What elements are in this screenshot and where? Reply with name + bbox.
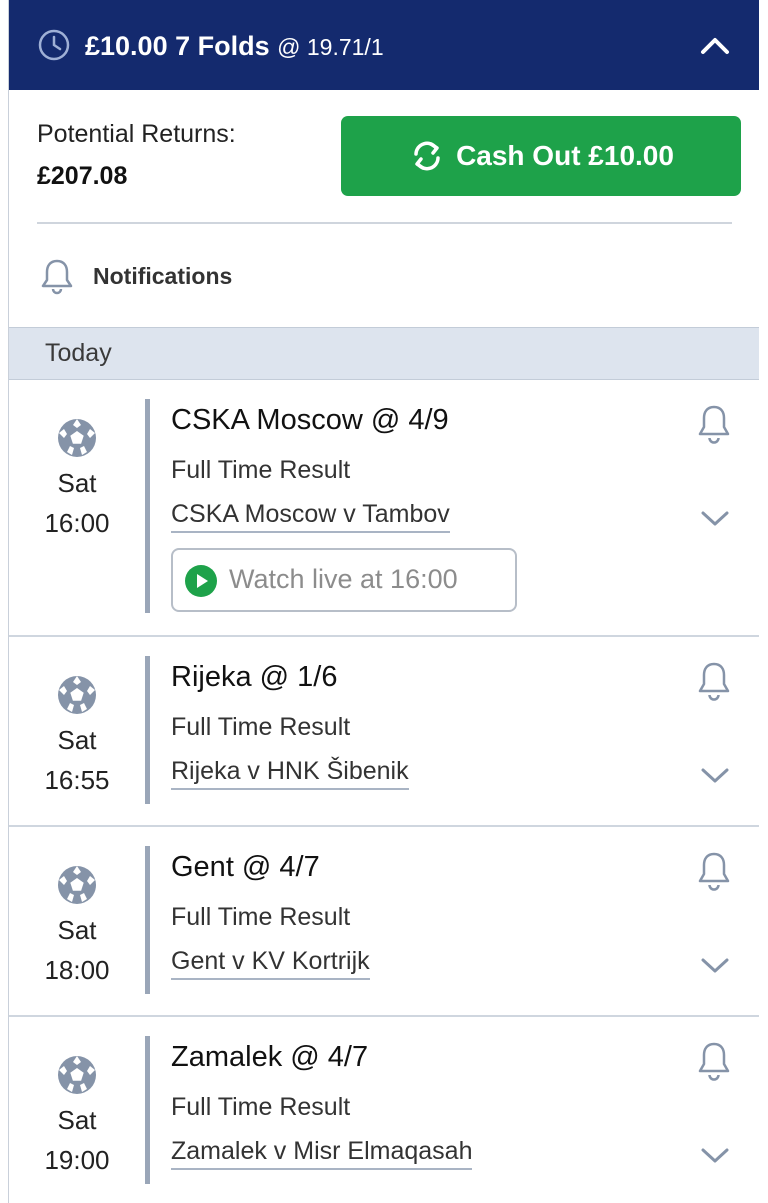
section-title: Today — [45, 339, 112, 367]
bell-icon[interactable] — [695, 659, 733, 701]
event-market: Full Time Result — [171, 903, 351, 931]
football-icon — [58, 866, 96, 904]
clock-icon — [38, 29, 70, 61]
potential-returns-value: £207.08 — [37, 162, 128, 190]
watch-live-label: Watch live at 16:00 — [229, 564, 458, 594]
event-time: 18:00 — [44, 955, 110, 985]
potential-returns-label: Potential Returns: — [37, 120, 236, 148]
bell-icon[interactable] — [695, 849, 733, 891]
event-day: Sat — [57, 468, 97, 498]
bet-card: £10.00 7 Folds @ 19.71/1 Potential Retur… — [8, 0, 759, 1203]
event-divider — [145, 399, 150, 613]
event-match-link[interactable]: CSKA Moscow v Tambov — [171, 500, 450, 533]
notifications-label: Notifications — [93, 262, 233, 289]
chevron-down-icon[interactable] — [699, 763, 731, 787]
event-divider — [145, 656, 150, 804]
bet-odds: @ 19.71/1 — [277, 34, 384, 60]
football-icon — [58, 1056, 96, 1094]
football-icon — [58, 419, 96, 457]
bet-title: £10.00 7 Folds @ 19.71/1 — [85, 28, 384, 65]
chevron-down-icon[interactable] — [699, 953, 731, 977]
bet-type: 7 Folds — [175, 31, 270, 61]
event-day: Sat — [57, 915, 97, 945]
event-divider — [145, 846, 150, 994]
event-match-link[interactable]: Gent v KV Kortrijk — [171, 947, 370, 980]
chevron-down-icon[interactable] — [699, 506, 731, 530]
event-market: Full Time Result — [171, 713, 351, 741]
event-day: Sat — [57, 725, 97, 755]
event-time: 16:00 — [44, 508, 110, 538]
bet-stake: £10.00 — [85, 31, 168, 61]
event-match-link[interactable]: Zamalek v Misr Elmaqasah — [171, 1137, 473, 1170]
bell-icon[interactable] — [695, 402, 733, 444]
cash-out-label: Cash Out £10.00 — [456, 140, 674, 171]
section-header-today: Today — [9, 327, 759, 380]
bell-icon — [41, 259, 73, 295]
chevron-down-icon[interactable] — [699, 1143, 731, 1167]
bet-summary: Potential Returns: £207.08 Cash Out £10.… — [9, 90, 759, 327]
bell-icon[interactable] — [695, 1039, 733, 1081]
event-selection: CSKA Moscow @ 4/9 — [171, 404, 449, 436]
watch-live-button[interactable]: Watch live at 16:00 — [171, 548, 517, 612]
chevron-up-icon[interactable] — [697, 30, 733, 60]
event-time: 16:55 — [44, 765, 110, 795]
event-selection: Rijeka @ 1/6 — [171, 661, 338, 693]
event-selection: Gent @ 4/7 — [171, 851, 320, 883]
notifications-toggle[interactable]: Notifications — [37, 255, 232, 297]
divider — [37, 222, 732, 224]
event-market: Full Time Result — [171, 456, 351, 484]
event-row: Sat 18:00 Gent @ 4/7 Full Time Result Ge… — [9, 827, 759, 1017]
refresh-icon — [414, 141, 440, 171]
event-selection: Zamalek @ 4/7 — [171, 1041, 369, 1073]
event-day: Sat — [57, 1105, 97, 1135]
cash-out-button[interactable]: Cash Out £10.00 — [341, 116, 741, 196]
bet-header[interactable]: £10.00 7 Folds @ 19.71/1 — [9, 0, 759, 90]
event-row: Sat 16:55 Rijeka @ 1/6 Full Time Result … — [9, 637, 759, 827]
event-match-link[interactable]: Rijeka v HNK Šibenik — [171, 757, 409, 790]
event-row: Sat 19:00 Zamalek @ 4/7 Full Time Result… — [9, 1017, 759, 1203]
event-row: Sat 16:00 CSKA Moscow @ 4/9 Full Time Re… — [9, 380, 759, 637]
play-icon — [185, 565, 217, 597]
event-divider — [145, 1036, 150, 1184]
football-icon — [58, 676, 96, 714]
event-market: Full Time Result — [171, 1093, 351, 1121]
event-time: 19:00 — [44, 1145, 110, 1175]
